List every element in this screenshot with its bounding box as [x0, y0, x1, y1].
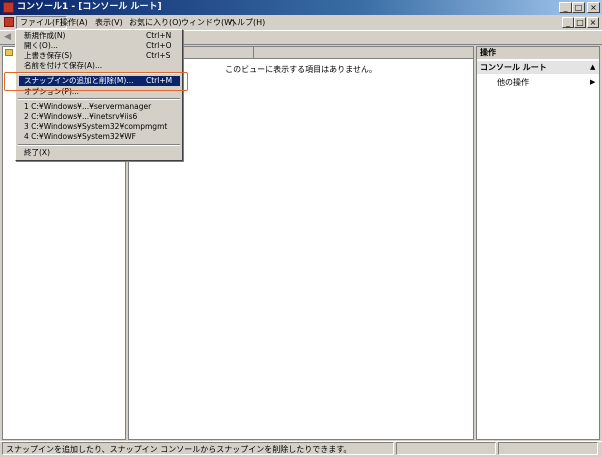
- status-text: スナップインを追加したり、スナップイン コンソールからスナップインを削除したりで…: [2, 442, 394, 455]
- child-restore-button[interactable]: □: [574, 17, 586, 28]
- status-cell-1: [396, 442, 496, 455]
- status-cell-2: [498, 442, 598, 455]
- menu-separator: [18, 98, 180, 100]
- file-menu-open[interactable]: 開く(O)...: [24, 41, 58, 51]
- action-other-operations[interactable]: 他の操作: [497, 77, 529, 88]
- menu-action[interactable]: 操作(A): [57, 16, 91, 29]
- file-menu-exit[interactable]: 終了(X): [24, 148, 50, 158]
- file-menu-recent-2[interactable]: 2 C:¥Windows¥...¥inetsrv¥iis6: [24, 112, 137, 122]
- shortcut-open: Ctrl+O: [146, 41, 172, 50]
- menu-favorites[interactable]: お気に入り(O): [126, 16, 185, 29]
- menu-separator: [18, 144, 180, 146]
- shortcut-save: Ctrl+S: [146, 51, 171, 60]
- collapse-arrow-icon[interactable]: ▲: [590, 62, 595, 73]
- file-menu-new[interactable]: 新規作成(N): [24, 31, 65, 41]
- menu-view[interactable]: 表示(V): [92, 16, 126, 29]
- folder-icon[interactable]: [5, 49, 13, 56]
- highlight-callout-box: [4, 72, 188, 91]
- file-menu-save[interactable]: 上書き保存(S): [24, 51, 72, 61]
- column-divider[interactable]: [253, 47, 254, 58]
- back-arrow-icon[interactable]: ◀: [4, 32, 14, 42]
- window-title: コンソール1 - [コンソール ルート]: [17, 2, 162, 12]
- mmc-app-icon[interactable]: [3, 2, 14, 13]
- console-doc-icon[interactable]: [4, 17, 14, 27]
- file-menu-recent-3[interactable]: 3 C:¥Windows¥System32¥compmgmt: [24, 122, 167, 132]
- close-button[interactable]: ×: [587, 2, 600, 13]
- minimize-button[interactable]: _: [559, 2, 572, 13]
- file-menu-recent-1[interactable]: 1 C:¥Windows¥...¥servermanager: [24, 102, 151, 112]
- actions-header: 操作: [477, 47, 599, 59]
- menu-help[interactable]: ヘルプ(H): [226, 16, 268, 29]
- child-minimize-button[interactable]: _: [562, 17, 574, 28]
- actions-pane: [476, 46, 600, 440]
- file-menu-save-as[interactable]: 名前を付けて保存(A)...: [24, 61, 102, 71]
- shortcut-new: Ctrl+N: [146, 31, 172, 40]
- file-menu-recent-4[interactable]: 4 C:¥Windows¥System32¥WF: [24, 132, 136, 142]
- maximize-button[interactable]: □: [572, 2, 585, 13]
- actions-section-console-root[interactable]: コンソール ルート: [477, 61, 599, 74]
- child-close-button[interactable]: ×: [587, 17, 599, 28]
- submenu-arrow-icon[interactable]: ▶: [590, 77, 595, 88]
